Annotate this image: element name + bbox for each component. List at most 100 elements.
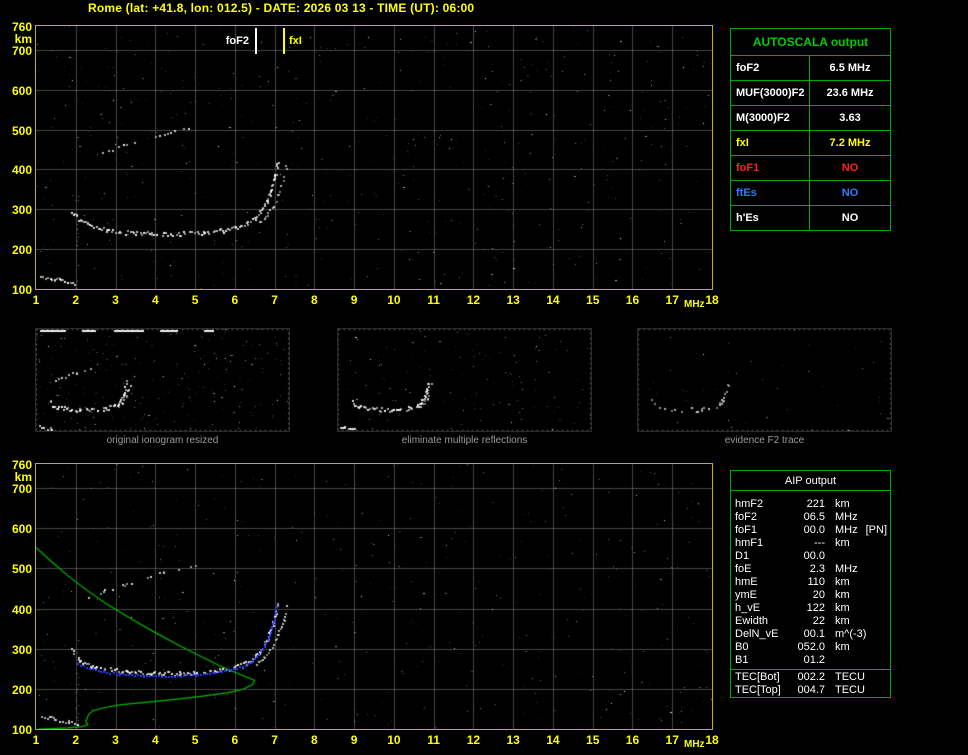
aip-param-unit: km [835,641,850,653]
aip-param-value: 00.0 [803,550,825,562]
autoscaled-ionogram-plot: foF2 fxI [35,25,713,290]
x-axis-tick-bottom: 8 [311,733,318,747]
aip-param-unit: TECU [835,671,865,683]
autoscala-param-label: fxI [731,131,810,155]
aip-param-unit: km [835,537,850,549]
autoscala-param-label: h'Es [731,206,810,230]
aip-param-name: ymE [735,589,757,601]
x-axis-tick-top: 14 [546,293,560,307]
autoscala-param-label: M(3000)F2 [731,106,810,130]
aip-tec-rows: TEC[Bot] 002.2 TECU TEC[Top] 004.7 TECU [731,671,890,697]
aip-param-unit: km [835,576,850,588]
aip-param-value: 20 [812,589,825,601]
autoscala-param-value: NO [841,162,859,174]
aip-param-value: 221 [806,498,825,510]
aip-row: Ewidth 22 km [731,615,890,628]
fxi-marker-line [283,28,285,54]
aip-param-value: 06.5 [803,511,825,523]
aip-param-value: 00.0 [803,524,825,536]
aip-param-note: [PN] [865,524,888,536]
autoscala-param-label: foF1 [731,156,810,180]
thumbnail-caption-f2-evidence: evidence F2 trace [724,435,805,446]
aip-row: ymE 20 km [731,589,890,602]
autoscaled-ionogram-canvas [36,26,712,289]
x-axis-tick-bottom: 7 [271,733,278,747]
autoscala-param-value: 23.6 MHz [826,87,874,99]
aip-param-unit: km [835,602,850,614]
station-date-header: Rome (lat: +41.8, lon: 012.5) - DATE: 20… [88,1,475,15]
autoscala-row: ftEs NO [731,180,890,205]
y-axis-tick-bottom: 700 [11,482,32,497]
y-axis-tick-bottom: 500 [11,562,32,577]
aip-row: B1 01.2 [731,654,890,667]
y-axis-tick-top: 600 [11,83,32,98]
aip-table-separator [731,669,890,670]
aip-row: h_vE 122 km [731,602,890,615]
x-axis-tick-bottom: 17 [665,733,679,747]
aip-table-rows: hmF2 221 km foF2 06.5 MHz foF1 00.0 MHz [PN] hmF1 -… [731,498,890,667]
x-axis-tick-top: 3 [112,293,119,307]
thumbnail-original-canvas [36,329,289,431]
autoscala-param-value: NO [841,187,859,199]
aip-param-name: Ewidth [735,615,769,627]
aip-row: hmF2 221 km [731,498,890,511]
fof2-marker-line [255,28,257,54]
x-axis-tick-bottom: 10 [387,733,401,747]
aip-row: TEC[Bot] 002.2 TECU [731,671,890,684]
aip-param-value: 002.2 [797,671,825,683]
x-axis-tick-top: 11 [427,293,440,307]
aip-row: B0 052.0 km [731,641,890,654]
aip-param-unit: MHz [835,524,858,536]
autoscala-row: foF2 6.5 MHz [731,55,890,80]
aip-param-value: 2.3 [809,563,825,575]
aip-param-unit: TECU [835,684,865,696]
aip-row: TEC[Top] 004.7 TECU [731,684,890,697]
x-axis-tick-top: 1 [32,293,40,307]
x-axis-tick-bottom: 13 [506,733,520,747]
restored-ionogram-plot [35,463,713,730]
x-axis-tick-bottom: 15 [586,733,600,747]
x-axis-tick-top: 2 [72,293,80,307]
thumbnail-f2-evidence [637,328,892,432]
aip-row: foF1 00.0 MHz [PN] [731,524,890,537]
x-axis-tick-top: 15 [586,293,600,307]
aip-param-name: foF2 [735,511,758,523]
autoscala-param-label: ftEs [731,181,810,205]
aip-row: D1 00.0 [731,550,890,563]
x-axis-unit-top: MHz [684,299,705,310]
autoscala-param-value: NO [841,212,859,224]
y-axis-tick-bottom: 400 [11,602,32,617]
autoscala-row: MUF(3000)F2 23.6 MHz [731,80,890,105]
thumbnail-caption-multiples: eliminate multiple reflections [401,435,528,446]
x-axis-tick-top: 16 [625,293,640,307]
y-axis-tick-bottom: 300 [11,642,32,657]
thumbnail-original-ionogram [35,328,290,432]
thumbnail-no-multiples-canvas [338,329,591,431]
x-axis-tick-bottom: 4 [151,733,159,747]
fof2-marker-label: foF2 [225,35,249,47]
aip-param-value: 01.2 [803,654,825,666]
aip-param-value: 22 [812,615,825,627]
aip-param-name: DelN_vE [735,628,779,640]
aip-row: hmF1 --- km [731,537,890,550]
aip-param-name: B1 [735,654,749,666]
aip-param-unit: MHz [835,511,858,523]
autoscala-output-table: AUTOSCALA output foF2 6.5 MHz MUF(3000)F2 2… [730,28,891,231]
aip-param-value: 110 [807,576,825,588]
y-axis-tick-top: 200 [11,243,32,258]
aip-param-unit: m^(-3) [835,628,867,640]
x-axis-tick-top: 9 [350,293,358,307]
x-axis-unit-bottom: MHz [684,739,705,750]
aip-row: foF2 06.5 MHz [731,511,890,524]
y-axis-tick-top: 500 [11,123,32,138]
aip-param-name: h_vE [735,602,761,614]
x-axis-tick-bottom: 11 [427,733,440,747]
autoscala-param-value: 7.2 MHz [829,137,871,149]
y-axis-tick-top: 700 [11,43,32,58]
aip-param-name: TEC[Top] [735,684,781,696]
x-axis-tick-bottom: 5 [191,733,199,747]
aip-param-value: 052.0 [797,641,825,653]
autoscala-param-value: 6.5 MHz [829,62,871,74]
y-axis-tick-bottom: 200 [11,682,32,697]
autoscala-row: h'Es NO [731,205,890,230]
